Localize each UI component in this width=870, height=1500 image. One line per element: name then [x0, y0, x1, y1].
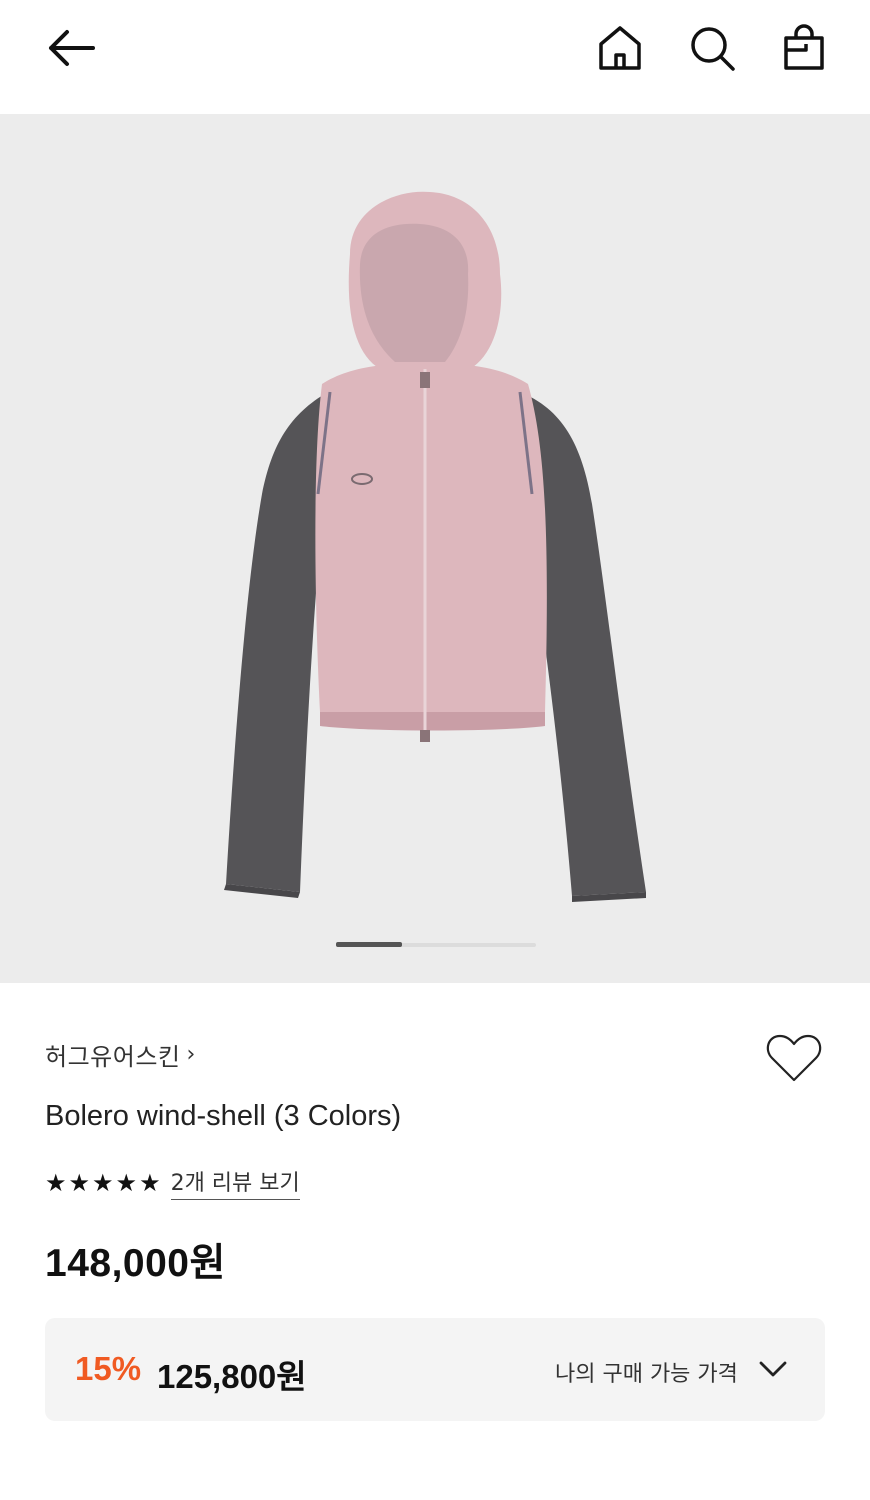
product-photo-jacket — [0, 114, 870, 983]
star-icon: ★ — [68, 1168, 91, 1197]
top-bar — [0, 0, 870, 114]
carousel-progress-indicator — [336, 942, 402, 947]
back-button[interactable] — [36, 22, 106, 74]
discount-price-panel[interactable]: 15% 125,800원 나의 구매 가능 가격 — [45, 1318, 825, 1421]
star-icon: ★ — [139, 1168, 161, 1197]
home-icon — [599, 26, 641, 70]
brand-link[interactable]: 허그유어스킨 › — [45, 1036, 196, 1072]
shopping-bag-button[interactable] — [776, 20, 832, 76]
product-price: 148,000원 — [45, 1242, 226, 1285]
product-title: Bolero wind-shell (3 Colors) — [45, 1100, 402, 1132]
heart-outline-icon — [766, 1034, 822, 1082]
home-button[interactable] — [592, 20, 648, 76]
rating-row: ★ ★ ★ ★ ★ 2개 리뷰 보기 — [45, 1165, 300, 1200]
chevron-right-icon: › — [186, 1041, 196, 1067]
star-icon: ★ — [45, 1168, 67, 1197]
discount-rate: 15% — [75, 1350, 142, 1387]
discounted-price: 125,800원 — [157, 1358, 307, 1395]
search-button[interactable] — [684, 20, 740, 76]
chevron-down-icon — [759, 1361, 787, 1377]
star-rating: ★ ★ ★ ★ ★ — [45, 1169, 161, 1197]
search-icon — [691, 27, 735, 71]
product-image-carousel[interactable] — [0, 114, 870, 983]
review-link[interactable]: 2개 리뷰 보기 — [170, 1165, 300, 1200]
shopping-bag-icon — [784, 24, 824, 70]
star-icon: ★ — [115, 1168, 138, 1197]
wishlist-button[interactable] — [764, 1030, 824, 1086]
arrow-left-icon — [49, 30, 95, 66]
my-purchasable-price-label: 나의 구매 가능 가격 — [555, 1362, 738, 1387]
brand-name: 허그유어스킨 — [45, 1042, 181, 1071]
star-icon: ★ — [92, 1168, 114, 1197]
